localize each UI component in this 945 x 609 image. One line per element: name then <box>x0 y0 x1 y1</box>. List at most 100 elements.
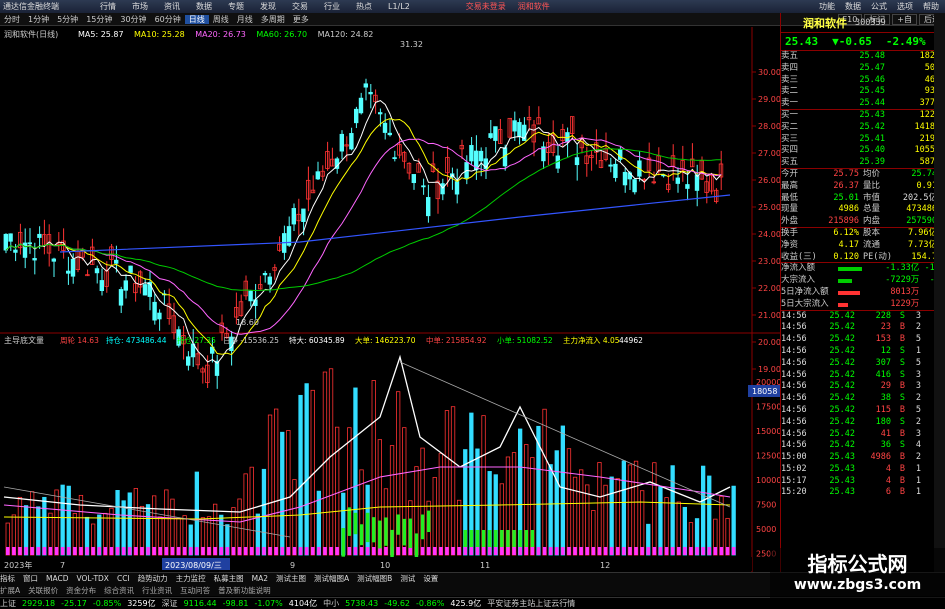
info-tab[interactable]: 互动问答 <box>180 585 210 596</box>
info-tab[interactable]: 关联报价 <box>28 585 58 596</box>
order-book-row: 买四 25.40 1055 <box>781 145 945 157</box>
candle-body <box>51 258 56 262</box>
right-sidebar[interactable] <box>934 13 945 573</box>
volume-bar <box>670 465 675 556</box>
menu-item[interactable]: 行情 <box>100 2 116 11</box>
volume-base-bar <box>12 547 16 555</box>
title-center-item[interactable]: 润和软件 <box>518 2 550 11</box>
tick-volume: 115 <box>875 404 891 415</box>
tick-volume: 41 <box>880 428 891 439</box>
title-menu-item[interactable]: 公式 <box>871 2 887 11</box>
volume-base-bar <box>176 547 181 555</box>
indicator-tab[interactable]: 测试幅图A <box>314 573 349 584</box>
indicator-tab[interactable]: 测试 <box>400 573 415 584</box>
period-tab[interactable]: 60分钟 <box>151 15 185 24</box>
title-menu-item[interactable]: 数据 <box>845 2 861 11</box>
volume-base-bar <box>182 547 187 555</box>
volume-base-bar <box>597 547 602 555</box>
kline-chart[interactable]: 润和软件(日线) MA5: 25.87 MA10: 25.28 MA20: 26.73… <box>0 27 780 572</box>
info-tab[interactable]: 扩展A <box>0 585 20 596</box>
indicator-tab[interactable]: 私募主图 <box>214 573 244 584</box>
period-tab[interactable]: 更多 <box>289 15 313 24</box>
indicator-tab[interactable]: 主力监控 <box>176 573 206 584</box>
indicator-tab[interactable]: VOL-TDX <box>76 574 108 583</box>
volume-base-bar <box>85 547 89 555</box>
indicator-tab[interactable]: 趋势动力 <box>138 573 168 584</box>
order-book-row: 买三 25.41 219 <box>781 134 945 146</box>
menu-item[interactable]: L1/L2 <box>388 2 410 11</box>
period-tab[interactable]: 月线 <box>233 15 257 24</box>
menu-item[interactable]: 交易 <box>292 2 308 11</box>
menu-item[interactable]: 热点 <box>356 2 372 11</box>
title-menu-item[interactable]: 帮助 <box>923 2 939 11</box>
stat-label: 均价 <box>863 168 881 179</box>
stat-label: PE(动) <box>863 251 892 262</box>
period-tab[interactable]: 1分钟 <box>24 15 53 24</box>
indicator-tab[interactable]: 窗口 <box>23 573 38 584</box>
indicator-tab[interactable]: 设置 <box>423 573 438 584</box>
stat-label: 收益(三) <box>781 251 817 262</box>
candle-body <box>613 163 618 178</box>
volume-base-bar <box>365 547 370 555</box>
watermark-url: www.zbgs3.com <box>793 577 922 593</box>
order-level-label: 买一 <box>781 109 799 120</box>
volume-base-bar <box>48 547 53 555</box>
period-tabs: 分时 1分钟 5分钟 15分钟 30分钟 60分钟 日线 周线 月线 多周期 更多 <box>0 14 313 25</box>
menu-item[interactable]: 资讯 <box>164 2 180 11</box>
volume-base-bar <box>420 547 425 555</box>
period-tab[interactable]: 5分钟 <box>53 15 82 24</box>
menu-item[interactable]: 数据 <box>196 2 212 11</box>
period-tab[interactable]: 分时 <box>0 15 24 24</box>
volume-base-bar <box>54 547 59 555</box>
indicator-tab[interactable]: 测试主图 <box>276 573 306 584</box>
tick-row: 14:56 25.42 23 B 2 <box>781 322 945 334</box>
period-tab[interactable]: 周线 <box>209 15 233 24</box>
info-tab[interactable]: 资金分布 <box>66 585 96 596</box>
period-tab[interactable]: 15分钟 <box>82 15 116 24</box>
indicator-tab[interactable]: 指标 <box>0 573 15 584</box>
indicator-legend-item: 持仓 27.35 <box>177 335 216 345</box>
month-label: 12 <box>600 561 610 570</box>
tick-row: 15:02 25.43 4 B 1 <box>781 464 945 476</box>
volume-base-bar <box>317 547 321 555</box>
volume-base-bar <box>646 547 650 555</box>
volume-base-bar <box>79 547 83 555</box>
green-bar <box>506 530 510 547</box>
tick-list[interactable]: 14:56 25.42 228 S 3 14:56 25.42 23 B 2 14:56 25.42 1… <box>781 311 945 500</box>
period-tab[interactable]: 30分钟 <box>116 15 150 24</box>
volume-base-bar <box>18 547 22 555</box>
indicator-tab[interactable]: MA2 <box>252 574 268 583</box>
tick-volume: 36 <box>880 440 891 451</box>
info-tab[interactable]: 行业资讯 <box>142 585 172 596</box>
tick-price: 25.43 <box>829 487 855 498</box>
volume-base-bar <box>250 547 254 555</box>
flow-value: 8013万 <box>890 286 920 297</box>
title-menu-item[interactable]: 选项 <box>897 2 913 11</box>
volume-base-bar <box>219 547 223 555</box>
period-tab[interactable]: 日线 <box>184 14 209 24</box>
stat-row: 净资 4.17 流通 7.73亿 <box>781 240 945 252</box>
indicator-tab[interactable]: 测试幅图B <box>357 573 392 584</box>
menu-item[interactable]: 市场 <box>132 2 148 11</box>
tick-volume: 4 <box>885 475 891 486</box>
menu-item[interactable]: 发现 <box>260 2 276 11</box>
tick-flag: B <box>899 452 905 463</box>
stat-value: 4.17 <box>838 239 859 250</box>
volume-base-bar <box>128 547 132 555</box>
info-tab[interactable]: 普及新功能说明 <box>218 585 271 596</box>
period-tab[interactable]: 多周期 <box>257 15 289 24</box>
indicator-axis-mark: 18058 <box>752 387 777 396</box>
title-menu-item[interactable]: 功能 <box>819 2 835 11</box>
watermark-title: 指标公式网 <box>807 552 908 576</box>
stat-value: 7.96亿 <box>908 227 937 238</box>
indicator-tab[interactable]: CCI <box>117 574 130 583</box>
price-axis-label: 28.00 <box>758 122 780 131</box>
menu-item[interactable]: 行业 <box>324 2 340 11</box>
title-center-item[interactable]: 交易未登录 <box>466 2 506 11</box>
indicator-tab[interactable]: MACD <box>46 574 68 583</box>
volume-base-bar <box>426 547 431 555</box>
menu-item[interactable]: 专题 <box>228 2 244 11</box>
tick-flag: B <box>899 487 905 498</box>
quote-panel: 润和软件 300339 25.43 ▼-0.65 -2.49% 卖五 25.48 1… <box>780 13 945 573</box>
info-tab[interactable]: 综合资讯 <box>104 585 134 596</box>
